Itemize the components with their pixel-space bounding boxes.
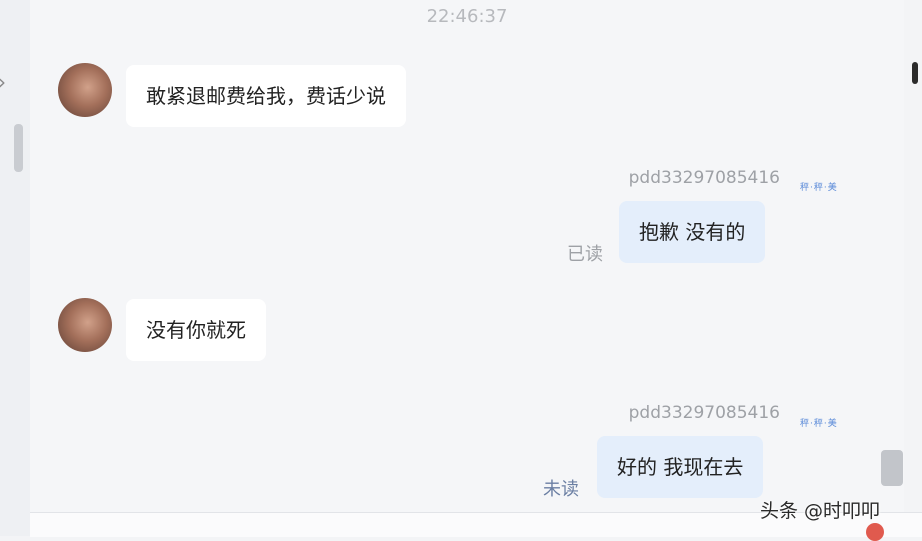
left-scrollbar-thumb[interactable]: [14, 124, 23, 172]
chat-scrollbar-thumb[interactable]: [881, 450, 903, 486]
unread-status: 未读: [543, 479, 579, 500]
chevron-right-icon[interactable]: ›: [0, 70, 6, 94]
left-panel-edge: ›: [0, 0, 30, 536]
outgoing-message-bubble: 抱歉 没有的: [619, 201, 766, 263]
incoming-message-bubble: 敢紧退邮费给我，费话少说: [126, 65, 406, 127]
watermark: 头条 @时叩叩: [760, 500, 881, 522]
scroll-indicator: [912, 62, 918, 84]
avatar[interactable]: [58, 63, 112, 117]
incoming-message-bubble: 没有你就死: [126, 299, 266, 361]
notification-badge-icon: [866, 523, 884, 541]
sender-name: pdd33297085416: [628, 168, 780, 188]
avatar[interactable]: [58, 298, 112, 352]
sender-tag: 秤·秤·美: [800, 419, 838, 429]
chat-message-area: 22:46:37 敢紧退邮费给我，费话少说 pdd33297085416 秤·秤…: [30, 0, 904, 512]
sender-tag: 秤·秤·美: [800, 183, 838, 193]
outgoing-message-bubble: 好的 我现在去: [597, 436, 764, 498]
read-status: 已读: [567, 244, 603, 265]
message-timestamp: 22:46:37: [426, 6, 508, 27]
sender-name: pdd33297085416: [628, 403, 780, 423]
